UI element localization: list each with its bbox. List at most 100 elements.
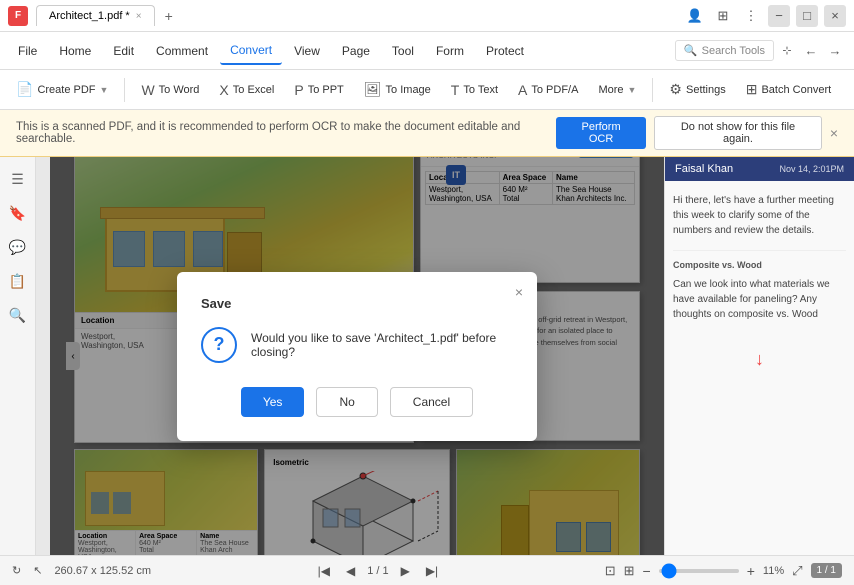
- first-page-button[interactable]: |◀: [314, 562, 334, 580]
- sidebar-icon-menu[interactable]: ☰: [4, 165, 32, 193]
- dialog-cancel-button[interactable]: Cancel: [390, 387, 473, 417]
- menu-bar: File Home Edit Comment Convert View Page…: [0, 32, 854, 70]
- menu-home[interactable]: Home: [49, 38, 101, 64]
- banner-close-button[interactable]: ×: [830, 125, 838, 141]
- menu-form[interactable]: Form: [426, 38, 474, 64]
- to-image-button[interactable]: 🖼 To Image: [356, 76, 439, 103]
- rotation-icon[interactable]: ↻: [12, 564, 21, 577]
- toolbar: 📄 Create PDF ▼ W To Word X To Excel P To…: [0, 70, 854, 110]
- tab-close-button[interactable]: ×: [136, 11, 142, 22]
- to-word-icon: W: [141, 82, 154, 98]
- settings-label: Settings: [686, 84, 726, 96]
- create-pdf-button[interactable]: 📄 Create PDF ▼: [8, 76, 116, 103]
- toolbar-separator-2: [652, 78, 653, 102]
- next-page-button[interactable]: ▶: [397, 562, 414, 580]
- sidebar-icon-search[interactable]: 🔍: [4, 301, 32, 329]
- to-text-label: To Text: [463, 84, 498, 96]
- menu-comment[interactable]: Comment: [146, 38, 218, 64]
- search-icon: 🔍: [684, 44, 698, 57]
- create-pdf-label: Create PDF: [37, 84, 95, 96]
- dialog-body: ? Would you like to save 'Architect_1.pd…: [201, 327, 513, 363]
- document-view: IT › THE SEA HOUSE: [50, 157, 664, 555]
- toolbar-separator-1: [124, 78, 125, 102]
- user-icon[interactable]: 👤: [684, 5, 706, 27]
- external-link-icon[interactable]: ⊹: [776, 40, 798, 62]
- menu-view[interactable]: View: [284, 38, 330, 64]
- more-dropdown-icon[interactable]: ▼: [628, 85, 637, 95]
- settings-icon: ⚙: [669, 81, 682, 98]
- new-tab-button[interactable]: +: [157, 4, 181, 28]
- panel-timestamp: Nov 14, 2:01PM: [779, 164, 844, 174]
- minimize-button[interactable]: −: [768, 5, 790, 27]
- dialog-title: Save: [201, 296, 513, 311]
- dialog-close-button[interactable]: ×: [515, 284, 523, 300]
- search-tools-box[interactable]: 🔍 Search Tools: [675, 40, 774, 61]
- active-tab[interactable]: Architect_1.pdf * ×: [36, 5, 155, 26]
- batch-convert-label: Batch Convert: [761, 84, 831, 96]
- fit-page-icon[interactable]: ⊡: [605, 563, 616, 579]
- zoom-in-button[interactable]: +: [747, 563, 755, 579]
- apps-icon[interactable]: ⊞: [712, 5, 734, 27]
- to-excel-icon: X: [219, 82, 228, 98]
- forward-icon[interactable]: →: [824, 40, 846, 62]
- dialog-overlay: Save × ? Would you like to save 'Archite…: [50, 157, 664, 555]
- save-dialog: Save × ? Would you like to save 'Archite…: [177, 272, 537, 441]
- cursor-icon[interactable]: ↖: [33, 564, 42, 577]
- right-panel: Faisal Khan Nov 14, 2:01PM Hi there, let…: [664, 157, 854, 555]
- to-pdfa-icon: A: [518, 82, 527, 98]
- dialog-yes-button[interactable]: Yes: [241, 387, 305, 417]
- perform-ocr-button[interactable]: Perform OCR: [556, 117, 646, 149]
- to-excel-button[interactable]: X To Excel: [211, 77, 282, 103]
- settings-button[interactable]: ⚙ Settings: [661, 76, 733, 103]
- fit-width-icon[interactable]: ⤢: [792, 563, 802, 579]
- app-logo: F: [8, 6, 28, 26]
- dialog-message: Would you like to save 'Architect_1.pdf'…: [251, 331, 513, 359]
- tabs-area: Architect_1.pdf * × +: [36, 4, 684, 28]
- more-options-icon[interactable]: ⋮: [740, 5, 762, 27]
- last-page-button[interactable]: ▶|: [422, 562, 442, 580]
- title-bar-right: 👤 ⊞ ⋮ − □ ×: [684, 5, 846, 27]
- zoom-slider[interactable]: [659, 569, 739, 573]
- main-area: ☰ 🔖 💬 📋 🔍 ‹ IT › THE SEA HOUSE: [0, 157, 854, 555]
- dimensions-label: 260.67 x 125.52 cm: [54, 565, 151, 577]
- page-number-display: 1 / 1: [367, 565, 388, 577]
- close-button[interactable]: ×: [824, 5, 846, 27]
- status-right: ⊡ ⊞ − + 11% ⤢ 1 / 1: [605, 563, 842, 579]
- view-mode-icon[interactable]: ⊞: [624, 563, 635, 579]
- to-text-button[interactable]: T To Text: [443, 77, 506, 103]
- back-icon[interactable]: ←: [800, 40, 822, 62]
- prev-page-button[interactable]: ◀: [342, 562, 359, 580]
- sidebar-icon-comment[interactable]: 💬: [4, 233, 32, 261]
- tab-label: Architect_1.pdf *: [49, 10, 130, 22]
- to-pdfa-label: To PDF/A: [531, 84, 578, 96]
- sidebar-icon-page[interactable]: 📋: [4, 267, 32, 295]
- menu-file[interactable]: File: [8, 38, 47, 64]
- menu-page[interactable]: Page: [332, 38, 380, 64]
- to-word-button[interactable]: W To Word: [133, 77, 207, 103]
- banner-message: This is a scanned PDF, and it is recomme…: [16, 121, 556, 145]
- to-pdfa-button[interactable]: A To PDF/A: [510, 77, 586, 103]
- dont-show-button[interactable]: Do not show for this file again.: [654, 116, 822, 150]
- comment-section-2: Composite vs. Wood Can we look into what…: [673, 250, 846, 322]
- sidebar-icon-bookmark[interactable]: 🔖: [4, 199, 32, 227]
- right-panel-content: Hi there, let's have a further meeting t…: [665, 181, 854, 555]
- left-sidebar: ☰ 🔖 💬 📋 🔍: [0, 157, 36, 555]
- menu-tool[interactable]: Tool: [382, 38, 424, 64]
- to-ppt-button[interactable]: P To PPT: [286, 77, 351, 103]
- menu-protect[interactable]: Protect: [476, 38, 534, 64]
- menu-edit[interactable]: Edit: [103, 38, 144, 64]
- to-excel-label: To Excel: [233, 84, 275, 96]
- menu-convert[interactable]: Convert: [220, 37, 282, 65]
- panel-author-name: Faisal Khan: [675, 163, 733, 175]
- dialog-no-button[interactable]: No: [316, 387, 377, 417]
- batch-convert-button[interactable]: ⊞ Batch Convert: [738, 76, 839, 103]
- maximize-button[interactable]: □: [796, 5, 818, 27]
- zoom-level-label: 11%: [763, 565, 784, 577]
- more-button[interactable]: More ▼: [590, 79, 644, 101]
- dialog-buttons: Yes No Cancel: [201, 387, 513, 417]
- status-bar: ↻ ↖ 260.67 x 125.52 cm |◀ ◀ 1 / 1 ▶ ▶| ⊡…: [0, 555, 854, 585]
- zoom-out-button[interactable]: −: [643, 563, 651, 579]
- comment-text-1: Hi there, let's have a further meeting t…: [673, 193, 846, 238]
- create-pdf-dropdown[interactable]: ▼: [100, 85, 109, 95]
- dialog-question-icon: ?: [201, 327, 237, 363]
